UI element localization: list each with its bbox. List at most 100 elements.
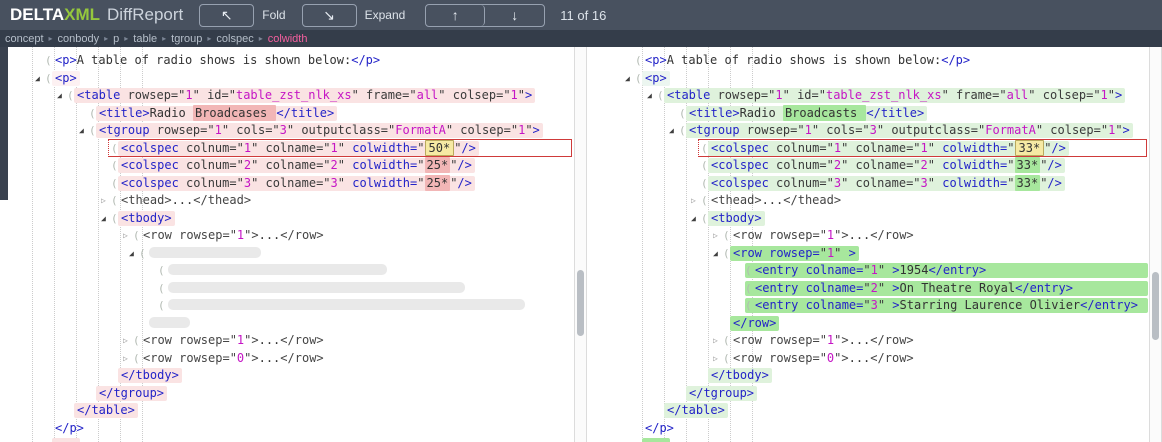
code-line: <p: [620, 437, 1162, 442]
expand-toggle-icon[interactable]: ▷: [713, 332, 718, 350]
collapse-toggle-icon[interactable]: ◢: [101, 210, 106, 228]
expand-toggle-icon[interactable]: ▷: [123, 350, 128, 368]
code-segment: " colname=": [251, 141, 330, 155]
expand-toggle-icon[interactable]: ▷: [691, 192, 696, 210]
fold-marker[interactable]: (: [158, 262, 165, 280]
fold-button[interactable]: ↖: [199, 4, 254, 27]
fold-marker[interactable]: (: [635, 52, 642, 70]
code-line: ▷(<row rowsep="0">...</row>: [0, 350, 587, 368]
fold-marker[interactable]: (: [745, 297, 752, 315]
fold-marker[interactable]: (: [89, 105, 96, 123]
fold-marker[interactable]: (: [745, 262, 752, 280]
breadcrumb-item-active[interactable]: colwidth: [268, 33, 308, 45]
fold-marker[interactable]: (: [45, 70, 52, 88]
code-segment: <thead>: [121, 193, 172, 207]
fold-marker[interactable]: (: [111, 157, 118, 175]
fold-marker[interactable]: (: [723, 245, 730, 263]
changed-text-highlight: 33*: [1015, 157, 1041, 173]
code-line: (<title>Radio Broadcasts </title>: [620, 105, 1162, 123]
breadcrumb-item-p[interactable]: p: [113, 33, 119, 45]
fold-marker[interactable]: (: [89, 122, 96, 140]
breadcrumb-item-tgroup[interactable]: tgroup: [171, 33, 202, 45]
code-segment: " colname=": [841, 158, 920, 172]
code-segment: " colsep=": [438, 88, 510, 102]
vertical-scrollbar[interactable]: [574, 47, 587, 442]
expand-button-label: Expand: [365, 8, 406, 22]
fold-marker[interactable]: (: [701, 175, 708, 193]
collapse-toggle-icon[interactable]: ◢: [669, 122, 674, 140]
changed-text-highlight: 25*: [425, 157, 451, 173]
fold-marker[interactable]: (: [701, 210, 708, 228]
code-line-text: [146, 246, 268, 261]
collapse-toggle-icon[interactable]: ◢: [129, 245, 134, 263]
changed-text-highlight: 25*: [425, 175, 451, 191]
code-segment: " colsep=": [1028, 88, 1100, 102]
collapse-toggle-icon[interactable]: ◢: [625, 70, 630, 88]
scrollbar-thumb[interactable]: [577, 270, 584, 336]
fold-marker[interactable]: (: [111, 140, 118, 158]
fold-marker[interactable]: (: [701, 192, 708, 210]
fold-marker[interactable]: (: [133, 227, 140, 245]
fold-marker[interactable]: (: [679, 105, 686, 123]
fold-marker[interactable]: (: [701, 157, 708, 175]
fold-marker[interactable]: (: [657, 87, 664, 105]
code-line-text: </tgroup>: [96, 386, 167, 401]
code-segment: ": [878, 281, 892, 295]
code-line: (<colspec colnum="1" colname="1" colwidt…: [0, 140, 587, 158]
collapse-toggle-icon[interactable]: ◢: [713, 245, 718, 263]
fold-marker[interactable]: (: [635, 70, 642, 88]
fold-marker[interactable]: (: [723, 332, 730, 350]
collapse-toggle-icon[interactable]: ◢: [647, 87, 652, 105]
fold-marker[interactable]: (: [701, 140, 708, 158]
collapse-toggle-icon[interactable]: ◢: [35, 70, 40, 88]
diff-content-area: (<p>A table of radio shows is shown belo…: [0, 47, 1162, 442]
collapse-toggle-icon[interactable]: ◢: [691, 210, 696, 228]
code-line-text: </tbody>: [118, 368, 182, 383]
fold-marker[interactable]: (: [67, 87, 74, 105]
fold-marker[interactable]: (: [45, 52, 52, 70]
code-segment: 3: [244, 176, 251, 190]
code-line-text: <table rowsep="1" id="table_zst_nlk_xs" …: [74, 88, 535, 103]
fold-marker[interactable]: (: [723, 227, 730, 245]
fold-marker[interactable]: (: [133, 332, 140, 350]
fold-marker[interactable]: (: [139, 245, 146, 263]
collapse-toggle-icon[interactable]: ◢: [57, 87, 62, 105]
expand-toggle-icon[interactable]: ▷: [713, 350, 718, 368]
expand-toggle-icon[interactable]: ▷: [123, 227, 128, 245]
code-line: <p: [0, 437, 587, 442]
vertical-scrollbar[interactable]: [1149, 47, 1162, 442]
code-line-text: <row rowsep="1">...</row>: [140, 333, 327, 348]
code-line: </table>: [0, 402, 587, 420]
fold-marker[interactable]: (: [745, 280, 752, 298]
collapse-toggle-icon[interactable]: ◢: [79, 122, 84, 140]
fold-marker[interactable]: (: [133, 350, 140, 368]
fold-marker[interactable]: (: [158, 280, 165, 298]
breadcrumb-item-colspec[interactable]: colspec: [216, 33, 253, 45]
code-segment: ...: [849, 351, 871, 365]
fold-marker[interactable]: (: [679, 122, 686, 140]
expand-toggle-icon[interactable]: ▷: [101, 192, 106, 210]
hidden-content-placeholder: [168, 264, 387, 275]
code-segment: table_zst_nlk_xs: [826, 88, 942, 102]
fold-marker[interactable]: (: [111, 175, 118, 193]
breadcrumb-item-conbody[interactable]: conbody: [58, 33, 100, 45]
code-segment: ": [928, 141, 942, 155]
breadcrumb-item-table[interactable]: table: [133, 33, 157, 45]
fold-marker[interactable]: (: [158, 297, 165, 315]
expand-button[interactable]: ↘: [302, 4, 357, 27]
fold-marker[interactable]: (: [723, 350, 730, 368]
previous-diff-button[interactable]: ↑: [426, 5, 485, 26]
scrollbar-thumb[interactable]: [1152, 272, 1159, 340]
fold-marker[interactable]: (: [111, 210, 118, 228]
code-segment: >: [892, 281, 899, 295]
code-segment: 3: [280, 123, 287, 137]
code-line-text: <row rowsep="1" >: [730, 246, 859, 261]
expand-toggle-icon[interactable]: ▷: [713, 227, 718, 245]
code-segment: ">: [834, 228, 848, 242]
code-segment: " colname=": [251, 158, 330, 172]
code-line-text: </tbody>: [708, 368, 772, 383]
fold-marker[interactable]: (: [111, 192, 118, 210]
breadcrumb-item-concept[interactable]: concept: [5, 33, 44, 45]
expand-toggle-icon[interactable]: ▷: [123, 332, 128, 350]
next-diff-button[interactable]: ↓: [485, 5, 544, 26]
